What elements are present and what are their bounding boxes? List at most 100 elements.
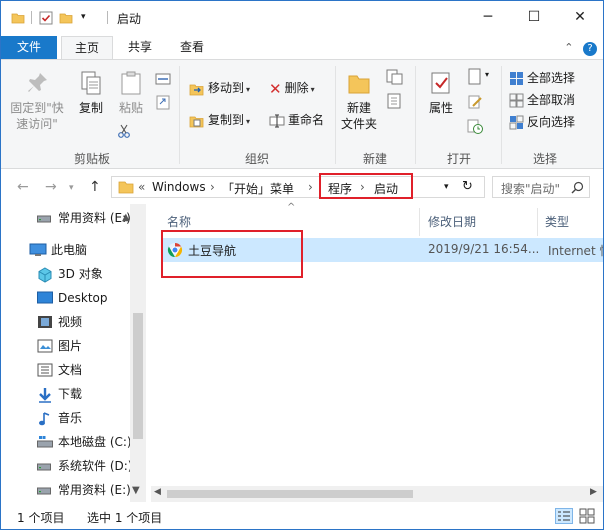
- paste-shortcut-icon[interactable]: [155, 94, 171, 110]
- refresh-icon[interactable]: ↻: [462, 179, 473, 194]
- tab-file[interactable]: 文件: [1, 36, 57, 59]
- new-folder-label-line2: 文件夹: [340, 117, 377, 131]
- properties-button[interactable]: 属性: [421, 70, 461, 116]
- breadcrumb-start-menu[interactable]: 「开始」菜单: [222, 180, 294, 197]
- group-divider: [415, 66, 416, 164]
- navigation-bar: ← → ▾ ↑ « Windows › 「开始」菜单 › 程序 › 启动 ▾ ↻…: [1, 170, 603, 204]
- folder-icon: [118, 181, 134, 194]
- breadcrumb-separator[interactable]: ›: [308, 180, 313, 194]
- nav-item-label: 视频: [58, 315, 83, 329]
- paste-button[interactable]: 粘贴: [113, 70, 149, 116]
- new-item-icon[interactable]: [385, 68, 405, 86]
- nav-item-music[interactable]: 音乐: [1, 406, 129, 430]
- nav-item-label: 此电脑: [51, 243, 88, 257]
- copy-to-button[interactable]: 复制到 ▾: [189, 110, 250, 130]
- scroll-right-arrow-icon[interactable]: ▶: [590, 487, 597, 497]
- title-bar: ▾ 启动 ─ ☐ ✕: [1, 1, 603, 33]
- invert-selection-button[interactable]: 反向选择: [509, 112, 575, 132]
- folder-icon: [11, 13, 25, 24]
- forward-arrow-icon[interactable]: →: [45, 179, 57, 195]
- status-item-count: 1 个项目: [17, 511, 65, 525]
- open-icon[interactable]: [467, 68, 483, 86]
- nav-item-drive-c[interactable]: 本地磁盘 (C:): [1, 430, 132, 454]
- sort-indicator-icon: ^: [287, 202, 296, 213]
- large-icons-view-icon[interactable]: [579, 508, 595, 524]
- cut-icon[interactable]: [117, 124, 131, 138]
- properties-icon: [431, 72, 450, 94]
- details-view-icon[interactable]: [555, 508, 573, 524]
- collapse-ribbon-icon[interactable]: ⌃: [564, 41, 573, 54]
- file-type: Internet 快: [548, 244, 603, 258]
- pin-icon: [28, 73, 47, 92]
- up-arrow-icon[interactable]: ↑: [89, 179, 101, 195]
- breadcrumb-separator[interactable]: ›: [210, 180, 215, 194]
- tab-home[interactable]: 主页: [61, 36, 113, 59]
- scroll-left-arrow-icon[interactable]: ◀: [154, 487, 161, 497]
- scroll-up-arrow-icon[interactable]: ▲: [122, 206, 130, 230]
- computer-icon: [29, 243, 47, 256]
- breadcrumb-overflow[interactable]: «: [138, 180, 145, 194]
- nav-item-documents[interactable]: 文档: [1, 358, 129, 382]
- delete-button[interactable]: ✕ 删除 ▾: [269, 78, 315, 98]
- clipboard-icon: [121, 71, 141, 95]
- nav-item-videos[interactable]: 视频: [1, 310, 129, 334]
- select-none-icon: [509, 93, 524, 108]
- nav-item-drive-e-top[interactable]: 常用资料 (E:) ▲: [1, 206, 131, 230]
- select-none-button[interactable]: 全部取消: [509, 90, 575, 110]
- search-box[interactable]: 搜索"启动": [492, 176, 590, 198]
- tab-share[interactable]: 共享: [115, 36, 165, 59]
- drive-icon: [37, 215, 51, 223]
- easy-access-icon[interactable]: [385, 92, 405, 110]
- file-list-hscroll-thumb[interactable]: [167, 490, 413, 498]
- history-icon[interactable]: [467, 118, 483, 134]
- new-folder-quick-icon[interactable]: [59, 10, 73, 26]
- nav-item-desktop[interactable]: Desktop: [1, 286, 129, 310]
- copy-to-label: 复制到: [208, 113, 245, 127]
- copy-label: 复制: [78, 101, 103, 115]
- properties-check-icon[interactable]: [39, 10, 53, 26]
- new-folder-button[interactable]: 新建 文件夹: [339, 70, 379, 132]
- quick-access-dropdown[interactable]: ▾: [81, 12, 86, 28]
- breadcrumb-windows[interactable]: Windows: [152, 180, 206, 194]
- move-to-icon: [189, 84, 204, 95]
- 3d-objects-icon: [38, 267, 52, 283]
- nav-item-drive-d[interactable]: 系统软件 (D:): [1, 454, 132, 478]
- highlight-box-breadcrumb: [319, 173, 413, 199]
- column-header-modified[interactable]: 修改日期: [428, 210, 476, 234]
- nav-item-pictures[interactable]: 图片: [1, 334, 129, 358]
- select-all-icon: [510, 72, 523, 85]
- pin-quick-access-button[interactable]: 固定到"快 速访问": [7, 70, 67, 132]
- nav-item-this-pc[interactable]: 此电脑: [1, 238, 129, 262]
- navigation-pane: 常用资料 (E:) ▲ 此电脑 3D 对象 Desktop 视频 图片 文档 下…: [1, 204, 147, 502]
- open-dropdown[interactable]: ▾: [485, 70, 489, 79]
- status-bar: 1 个项目 选中 1 个项目: [1, 504, 603, 530]
- select-all-button[interactable]: 全部选择: [509, 68, 575, 88]
- maximize-button[interactable]: ☐: [511, 1, 557, 33]
- recent-locations-icon[interactable]: ▾: [69, 183, 74, 193]
- tab-view[interactable]: 查看: [167, 36, 217, 59]
- move-to-button[interactable]: 移动到 ▾: [189, 78, 250, 98]
- group-clipboard-label: 剪贴板: [73, 152, 110, 166]
- group-organize-label: 组织: [244, 152, 269, 166]
- column-divider[interactable]: [419, 208, 420, 236]
- nav-pane-scroll-thumb[interactable]: [133, 313, 143, 439]
- column-header-type[interactable]: 类型: [545, 210, 569, 234]
- scroll-down-arrow-icon[interactable]: ▼: [132, 485, 140, 496]
- edit-icon[interactable]: [467, 94, 483, 110]
- nav-item-downloads[interactable]: 下载: [1, 382, 129, 406]
- help-icon[interactable]: ?: [583, 42, 597, 56]
- highlight-box-file: [161, 230, 303, 278]
- rename-button[interactable]: 重命名: [269, 110, 324, 130]
- copy-to-icon: [189, 116, 204, 127]
- copy-button[interactable]: 复制: [73, 70, 109, 116]
- nav-item-3d-objects[interactable]: 3D 对象: [1, 262, 129, 286]
- close-button[interactable]: ✕: [557, 1, 603, 33]
- back-arrow-icon[interactable]: ←: [17, 179, 29, 195]
- copy-path-icon[interactable]: [155, 72, 171, 86]
- minimize-button[interactable]: ─: [465, 1, 511, 33]
- column-divider[interactable]: [537, 208, 538, 236]
- address-dropdown-icon[interactable]: ▾: [444, 182, 449, 192]
- address-bar[interactable]: « Windows › 「开始」菜单 › 程序 › 启动 ▾ ↻: [111, 176, 485, 198]
- nav-item-drive-e[interactable]: 常用资料 (E:): [1, 478, 131, 502]
- pin-label-line2: 速访问": [16, 117, 58, 131]
